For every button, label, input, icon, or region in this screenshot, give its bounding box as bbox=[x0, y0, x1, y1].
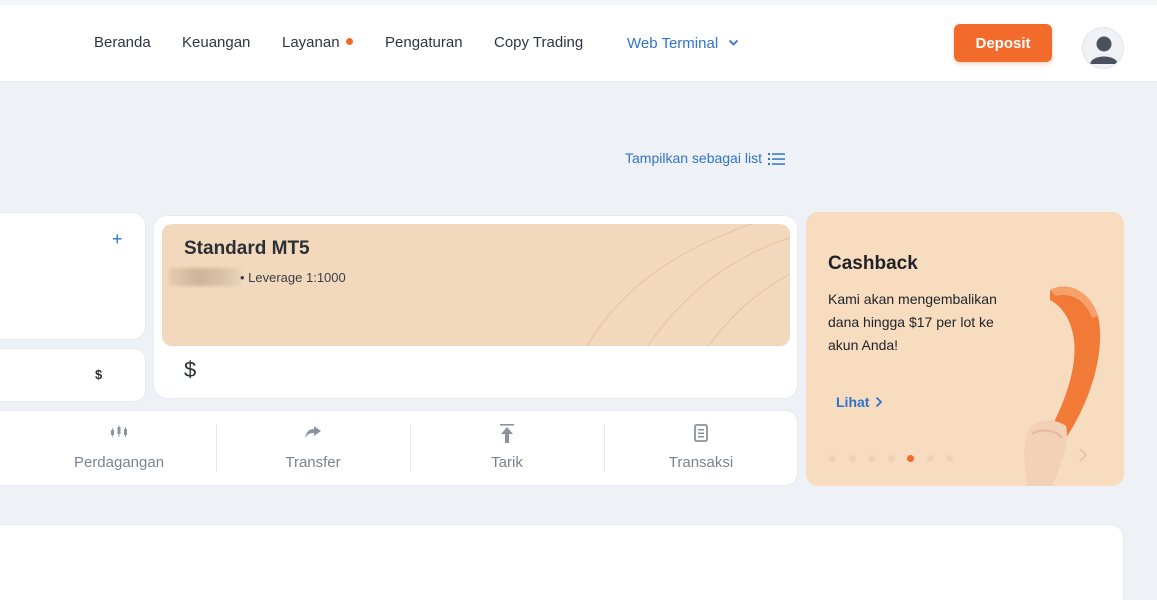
action-label: Transaksi bbox=[668, 454, 734, 471]
action-label: Perdagangan bbox=[73, 454, 165, 471]
top-navigation-bar: Beranda Keuangan Layanan Pengaturan Copy… bbox=[0, 0, 1157, 82]
account-leverage: • Leverage 1:1000 bbox=[240, 270, 346, 285]
carousel-dot[interactable] bbox=[829, 455, 836, 462]
withdraw-arrow-icon bbox=[500, 424, 514, 443]
carousel-dot[interactable] bbox=[868, 455, 875, 462]
account-number-redacted bbox=[169, 268, 241, 286]
list-icon bbox=[767, 153, 785, 165]
promo-view-link-label: Lihat bbox=[836, 394, 870, 410]
account-card-partial bbox=[0, 212, 146, 340]
nav-layanan-label: Layanan bbox=[282, 34, 340, 51]
document-icon bbox=[694, 424, 708, 442]
carousel-dot[interactable] bbox=[907, 455, 914, 462]
action-tarik[interactable]: Tarik bbox=[410, 410, 604, 486]
notification-dot-icon bbox=[345, 38, 353, 45]
carousel-dot[interactable] bbox=[946, 455, 953, 462]
carousel-next-chevron-icon[interactable] bbox=[1078, 447, 1088, 463]
nav-web-terminal[interactable]: Web Terminal bbox=[627, 35, 739, 52]
promo-title: Cashback bbox=[828, 253, 918, 274]
content-panel bbox=[0, 524, 1124, 600]
promo-view-link[interactable]: Lihat bbox=[836, 394, 883, 410]
view-as-list-toggle[interactable]: Tampilkan sebagai list bbox=[625, 150, 785, 166]
account-balance-currency: $ bbox=[184, 357, 197, 382]
nav-pengaturan[interactable]: Pengaturan bbox=[385, 34, 463, 51]
action-label: Tarik bbox=[491, 454, 523, 471]
promo-description: Kami akan mengembalikan dana hingga $17 … bbox=[828, 291, 997, 353]
carousel-dot[interactable] bbox=[926, 455, 934, 462]
account-type-title: Standard MT5 bbox=[184, 238, 310, 259]
chevron-down-icon bbox=[729, 39, 739, 46]
action-transfer[interactable]: Transfer bbox=[216, 410, 410, 486]
share-arrow-icon bbox=[305, 426, 321, 438]
carousel-dot[interactable] bbox=[848, 455, 856, 462]
nav-copy-trading[interactable]: Copy Trading bbox=[494, 34, 583, 51]
balance-currency: $ bbox=[95, 367, 103, 382]
view-as-list-label: Tampilkan sebagai list bbox=[625, 150, 762, 166]
candlestick-icon bbox=[111, 425, 127, 437]
nav-beranda[interactable]: Beranda bbox=[94, 34, 151, 51]
chevron-right-icon bbox=[876, 396, 883, 408]
nav-layanan[interactable]: Layanan bbox=[282, 34, 353, 51]
nav-web-terminal-label: Web Terminal bbox=[627, 35, 719, 52]
deposit-button[interactable]: Deposit bbox=[954, 24, 1052, 62]
action-label: Transfer bbox=[285, 454, 341, 471]
nav-keuangan[interactable]: Keuangan bbox=[182, 34, 250, 51]
user-avatar-icon[interactable] bbox=[1082, 27, 1124, 69]
carousel-dot[interactable] bbox=[887, 455, 895, 462]
balance-card-partial bbox=[0, 348, 146, 402]
action-transaksi[interactable]: Transaksi bbox=[604, 410, 798, 486]
add-account-icon[interactable]: + bbox=[112, 229, 123, 250]
action-perdagangan[interactable]: Perdagangan bbox=[22, 410, 216, 486]
